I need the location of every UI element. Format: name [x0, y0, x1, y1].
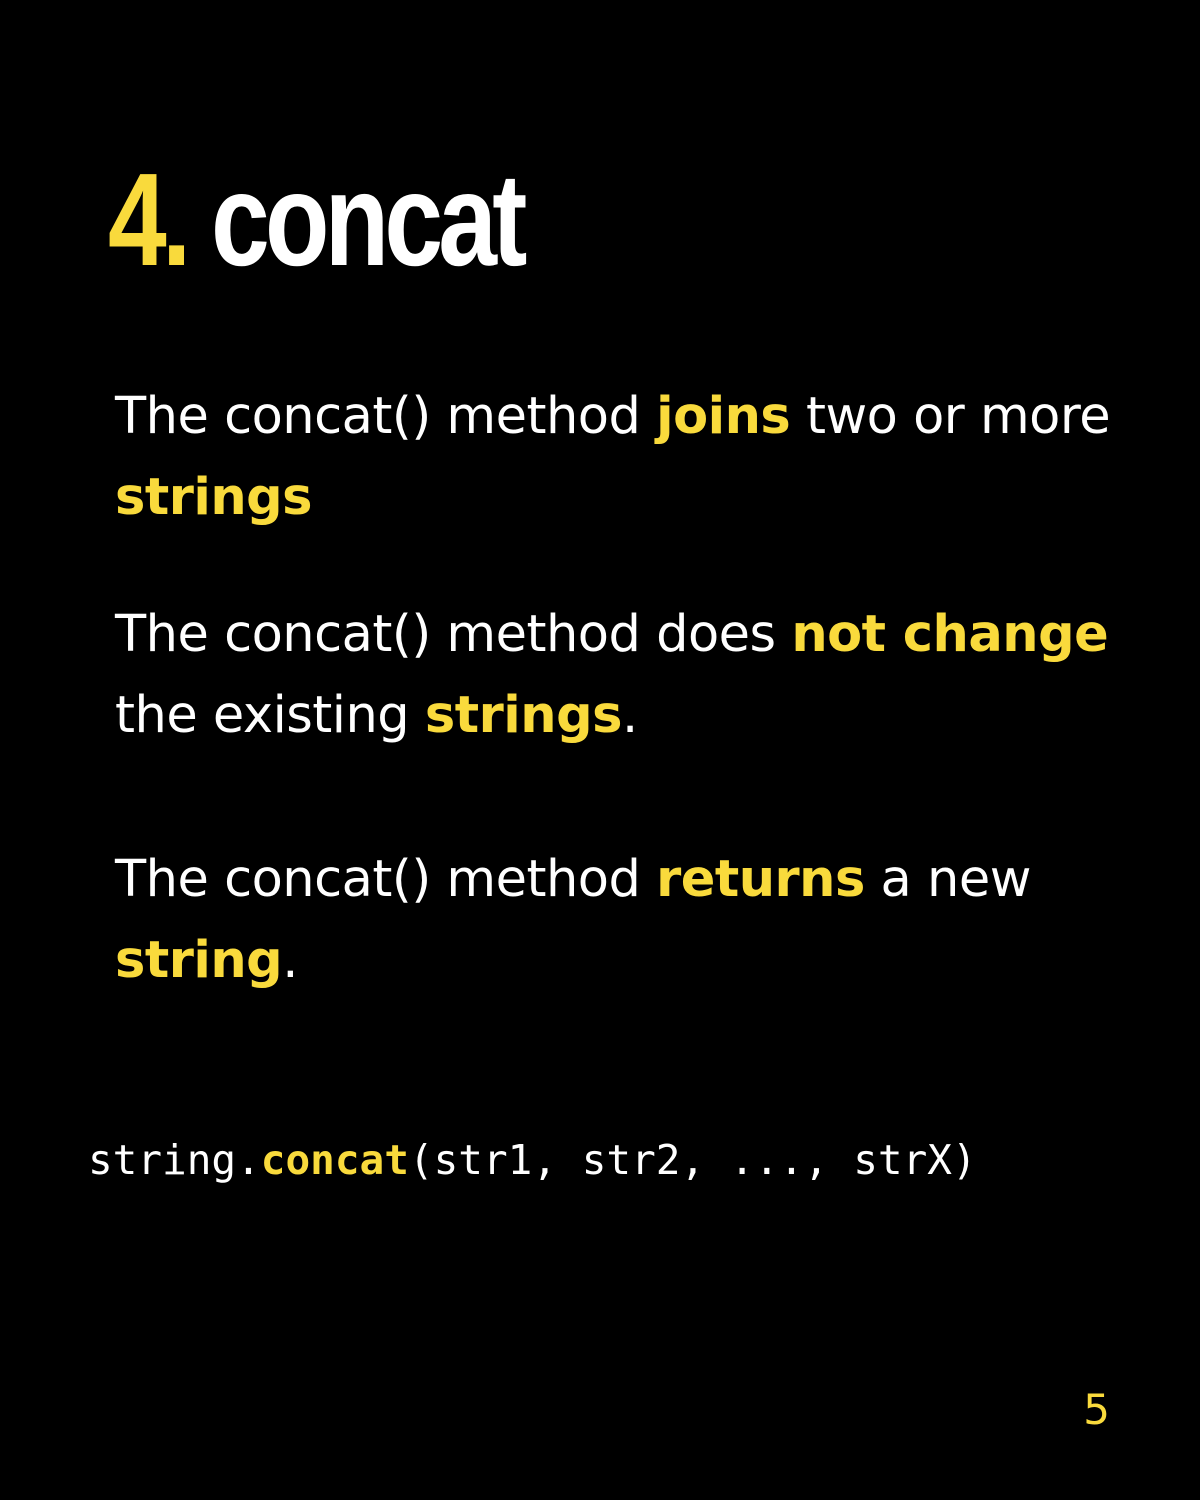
- code-args: (str1, str2, ..., strX): [408, 1136, 977, 1184]
- highlighted-text: returns: [656, 850, 865, 909]
- highlighted-text: strings: [424, 686, 623, 745]
- code-method: concat: [260, 1136, 409, 1184]
- description-paragraph-2: The concat() method does not change the …: [115, 594, 1115, 756]
- text-segment: the existing: [115, 686, 425, 745]
- text-segment: The concat() method: [115, 387, 657, 446]
- title-number: 4.: [108, 146, 191, 293]
- highlighted-text: not change: [791, 605, 1109, 664]
- syntax-code: string.concat(str1, str2, ..., strX): [88, 1130, 977, 1190]
- text-segment: .: [621, 686, 638, 745]
- text-segment: a new: [864, 850, 1032, 909]
- highlighted-text: joins: [656, 387, 791, 446]
- highlighted-text: string: [115, 931, 283, 990]
- page-number: 5: [1083, 1385, 1110, 1434]
- text-segment: .: [282, 931, 298, 990]
- description-paragraph-3: The concat() method returns a new string…: [115, 839, 1115, 1001]
- highlighted-text: strings: [115, 468, 313, 527]
- description-paragraph-1: The concat() method joins two or more st…: [115, 376, 1115, 538]
- text-segment: The concat() method: [115, 850, 657, 909]
- code-object: string.: [88, 1136, 261, 1184]
- text-segment: The concat() method does: [115, 605, 792, 664]
- page-title: 4. concat: [108, 150, 527, 290]
- text-segment: two or more: [790, 387, 1111, 446]
- title-name: concat: [211, 146, 527, 293]
